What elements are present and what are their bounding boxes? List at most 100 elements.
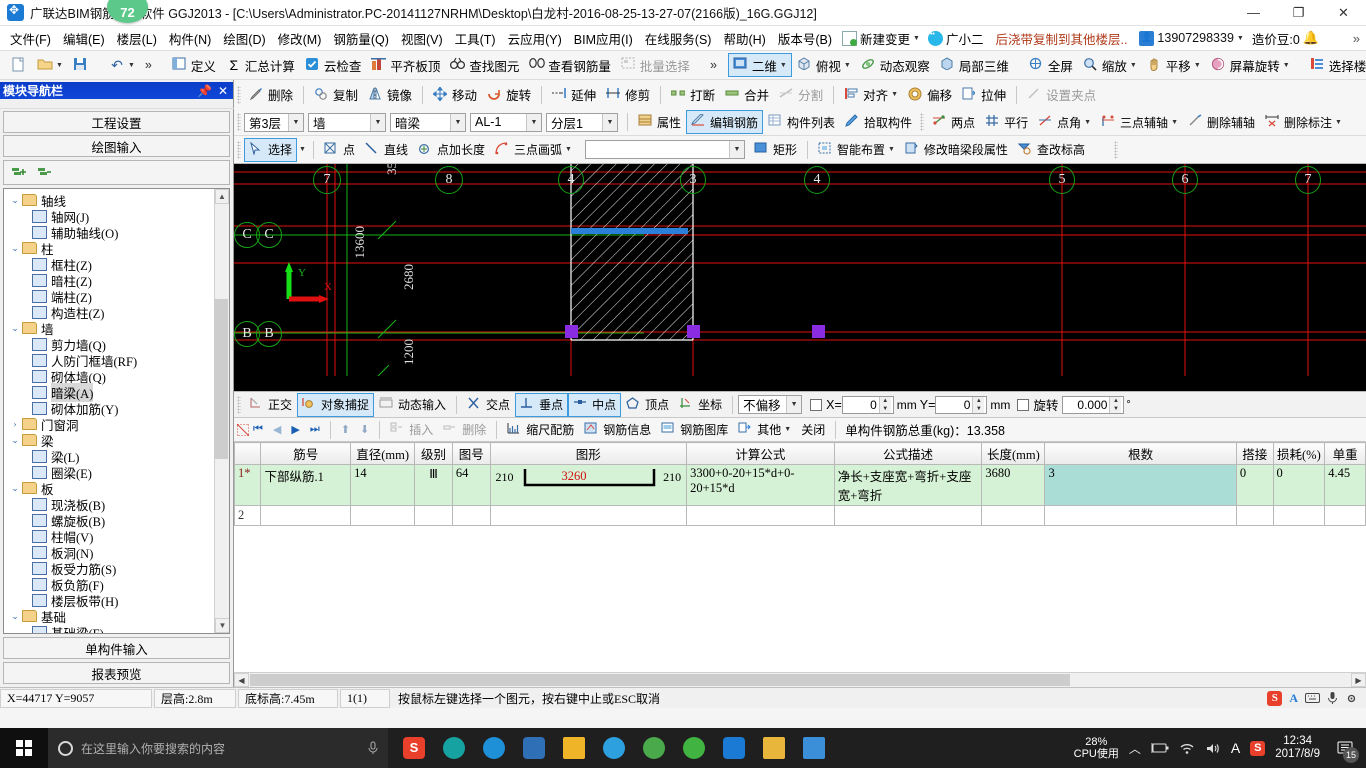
draw-style-combo[interactable]: ▼ (584, 140, 745, 159)
spinner-up-icon[interactable]: ▲ (1110, 396, 1122, 405)
volume-icon[interactable] (1205, 742, 1221, 755)
chevron-down-icon[interactable]: ⌄ (8, 195, 22, 206)
rebar-info-button[interactable]: 钢筋信息 (579, 418, 656, 442)
check-elevation-button[interactable]: 查改标高 (1013, 138, 1090, 162)
dynamic-orbit-button[interactable]: 动态观察 (856, 53, 935, 77)
start-button[interactable] (0, 728, 48, 768)
cell-grade[interactable]: Ⅲ (414, 464, 453, 506)
new-change-button[interactable]: 新建变更 ▼ (838, 29, 924, 48)
scroll-thumb[interactable] (215, 299, 228, 459)
column-header-formula_desc[interactable]: 公式描述 (833, 442, 983, 465)
expand-all-icon[interactable] (12, 166, 28, 180)
cell-lap[interactable] (1235, 505, 1274, 526)
tree-item-框柱z[interactable]: 框柱(Z) (8, 256, 229, 273)
chevron-right-icon[interactable]: › (8, 419, 22, 429)
report-preview-button[interactable]: 报表预览 (3, 662, 230, 684)
align-slab-top-button[interactable]: 平齐板顶 (366, 53, 445, 77)
cad-canvas[interactable]: Y X 7 8 4 3 4 5 6 7 C C B B 35 13600 268… (234, 164, 1366, 391)
offset-button[interactable]: 偏移 (903, 83, 957, 107)
cell-diameter[interactable] (350, 505, 416, 526)
wifi-icon[interactable] (1179, 742, 1195, 755)
A-icon[interactable]: A (1289, 691, 1298, 706)
bell-icon[interactable]: 🔔 (1303, 30, 1319, 46)
chevron-down-icon[interactable]: ⌄ (8, 243, 22, 254)
split-button[interactable]: 分割 (774, 83, 828, 107)
row-number-cell[interactable]: 2 (233, 505, 262, 526)
navigation-tree[interactable]: ⌄ 轴线 轴网(J) 辅助轴线(O) ⌄ 柱 框柱(Z) 暗柱(Z) 端柱(Z) 构造… (3, 188, 230, 634)
view-2d-button[interactable]: 二维 ▼ (727, 53, 792, 77)
coordinate-snap-toggle[interactable]: 坐标 (674, 393, 727, 417)
view-rebar-qty-button[interactable]: 查看钢筋量 (524, 53, 616, 77)
rebar-table[interactable]: 筋号 直径(mm) 级别 图号 图形 计算公式 公式描述 长度(mm) 根数 搭接 损耗(%) 单重 1… (233, 442, 1366, 687)
cell-shape_no[interactable]: 64 (451, 464, 491, 506)
gear-icon[interactable] (1345, 692, 1358, 705)
cell-unit_weight[interactable]: 4.45 (1324, 464, 1366, 506)
break-button[interactable]: 打断 (666, 83, 720, 107)
cell-grade[interactable] (414, 505, 453, 526)
layer-combo[interactable]: 分层1 ▼ (546, 112, 618, 132)
taskbar-app-edge[interactable] (476, 729, 512, 767)
menu-floor[interactable]: 楼层(L) (111, 27, 163, 50)
column-header-shape_no[interactable]: 图号 (451, 442, 491, 465)
extend-button[interactable]: 延伸 (547, 83, 601, 107)
notification-center[interactable]: 15 (1330, 728, 1360, 768)
move-button[interactable]: 移动 (428, 83, 482, 107)
tree-item-现浇板b[interactable]: 现浇板(B) (8, 496, 229, 513)
chevron-up-icon[interactable]: ︿ (1129, 740, 1141, 757)
menu-edit[interactable]: 编辑(E) (57, 27, 111, 50)
sogou-icon[interactable]: S (1267, 690, 1283, 706)
chevron-down-icon[interactable]: ⌄ (8, 323, 22, 334)
two-point-button[interactable]: 两点 (927, 110, 980, 134)
keyboard-icon[interactable] (1305, 692, 1320, 704)
prev-record-button[interactable]: ◀ (268, 418, 286, 442)
taskbar-app-store[interactable] (516, 729, 552, 767)
point-angle-button[interactable]: 点角 ▼ (1033, 110, 1096, 134)
menu-version[interactable]: 版本号(B) (772, 27, 838, 50)
menu-online-service[interactable]: 在线服务(S) (639, 27, 718, 50)
align-button[interactable]: 对齐 ▼ (839, 83, 903, 107)
single-component-input-button[interactable]: 单构件输入 (3, 637, 230, 659)
tree-item-梁[interactable]: ⌄ 梁 (8, 432, 229, 449)
tree-item-梁l[interactable]: 梁(L) (8, 448, 229, 465)
new-file-button[interactable] (6, 53, 32, 77)
category-combo[interactable]: 墙 ▼ (308, 112, 386, 132)
snap-checkbox[interactable] (810, 398, 823, 411)
menu-tools[interactable]: 工具(T) (449, 27, 502, 50)
tree-item-人防门框墙rf[interactable]: 人防门框墙(RF) (8, 352, 229, 369)
cell-lap[interactable]: 0 (1235, 464, 1274, 506)
cloud-check-button[interactable]: 云检查 (300, 53, 367, 77)
close-button[interactable]: ✕ (1321, 0, 1366, 26)
scroll-up-icon[interactable]: ▲ (215, 189, 229, 204)
intersection-snap-toggle[interactable]: 交点 (462, 393, 515, 417)
menu-help[interactable]: 帮助(H) (717, 27, 771, 50)
cell-diameter[interactable]: 14 (350, 464, 416, 506)
toolbar-overflow-left[interactable]: » (140, 53, 157, 77)
delete-row-button[interactable]: 删除 (438, 418, 491, 442)
project-settings-button[interactable]: 工程设置 (3, 111, 230, 133)
assistant-button[interactable]: 广小二 (924, 29, 988, 48)
merge-button[interactable]: 合并 (720, 83, 774, 107)
fullscreen-button[interactable]: 全屏 (1024, 53, 1078, 77)
cell-count[interactable]: 3 (1044, 464, 1237, 506)
cell-shape[interactable]: 210 3260 210 (489, 464, 688, 506)
spinner-up-icon[interactable]: ▲ (879, 396, 891, 405)
column-header-rownum[interactable] (233, 442, 262, 465)
delete-axis-button[interactable]: 删除辅轴 (1183, 110, 1260, 134)
smart-layout-button[interactable]: 智能布置 ▼ (813, 138, 900, 162)
table-hscrollbar[interactable]: ◀ ▶ (234, 672, 1366, 687)
menu-file[interactable]: 文件(F) (4, 27, 57, 50)
move-down-button[interactable]: ⬇ (355, 418, 374, 442)
sogou-tray-icon[interactable]: S (1250, 740, 1266, 756)
spinner-up-icon[interactable]: ▲ (973, 396, 985, 405)
rotate-button[interactable]: 旋转 (482, 83, 536, 107)
axis-toolbar-grip[interactable] (920, 113, 925, 131)
properties-button[interactable]: 属性 (633, 110, 686, 134)
copy-button[interactable]: 复制 (309, 83, 363, 107)
vertex-snap-toggle[interactable]: 顶点 (621, 393, 674, 417)
next-record-button[interactable]: ▶ (286, 418, 304, 442)
pick-component-button[interactable]: 拾取构件 (840, 110, 917, 134)
modify-toolbar-grip[interactable] (237, 85, 241, 104)
battery-icon[interactable] (1151, 742, 1169, 754)
snapbar-grip[interactable] (237, 395, 241, 414)
cell-shape_no[interactable] (451, 505, 491, 526)
